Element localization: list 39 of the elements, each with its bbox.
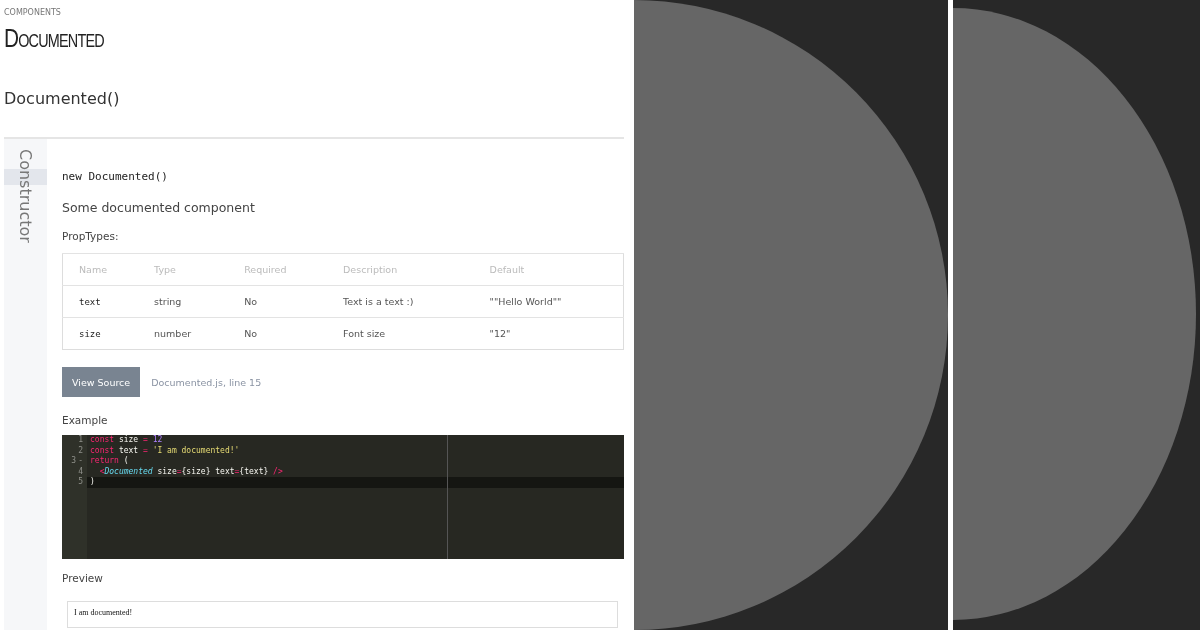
table-cell: "12" [473, 317, 624, 350]
preview-output: I am documented! [67, 601, 618, 628]
line-number: 5 [78, 477, 83, 488]
constructor-signature: Documented() [4, 89, 120, 108]
column-header: Required [228, 253, 328, 286]
code-line: <Documented size={size} text={text} /> [98, 466, 284, 477]
table-cell: No [228, 317, 328, 350]
column-header: Name [62, 253, 139, 286]
code-line: return ( [89, 456, 130, 467]
line-number: 1 [78, 435, 83, 446]
section-label: Example [62, 414, 108, 426]
column-header: Type [138, 253, 229, 286]
table-cell: text [62, 285, 139, 318]
table-cell: size [62, 317, 139, 350]
fold-marker[interactable]: - [78, 456, 83, 467]
source-location: Documented.js, line 15 [151, 376, 262, 388]
section-label: Preview [62, 572, 103, 584]
code-editor[interactable]: 1 2 3 - 4 5 const size = 12 const text = 'I am documented!' return ( <Documented size={size} text={text} /> ) [62, 435, 624, 559]
table-cell: ""Hello World"" [473, 285, 624, 318]
breadcrumb: COMPONENTS [4, 8, 61, 17]
table-cell: Font size [327, 317, 474, 350]
section-label: PropTypes: [62, 230, 119, 242]
table-cell: No [228, 285, 328, 318]
column-header: Description [327, 253, 474, 286]
page-title: Documented [4, 23, 104, 53]
line-number: 2 [78, 445, 83, 456]
description: Some documented component [62, 200, 255, 215]
side-tab[interactable]: Constructor [16, 149, 35, 243]
constructor-code: new Documented() [62, 170, 168, 183]
code-line: const text = 'I am documented!' [89, 445, 241, 456]
line-number: 4 [78, 466, 83, 477]
table-cell: number [138, 317, 229, 350]
table-cell: string [138, 285, 229, 318]
line-number: 3 [71, 456, 77, 467]
view-source-button[interactable]: View Source [62, 367, 141, 397]
column-header: Default [473, 253, 624, 286]
source-file-link[interactable]: Documented.js [151, 376, 223, 388]
code-line: const size = 12 [89, 435, 164, 446]
table-cell: Text is a text :) [327, 285, 474, 318]
